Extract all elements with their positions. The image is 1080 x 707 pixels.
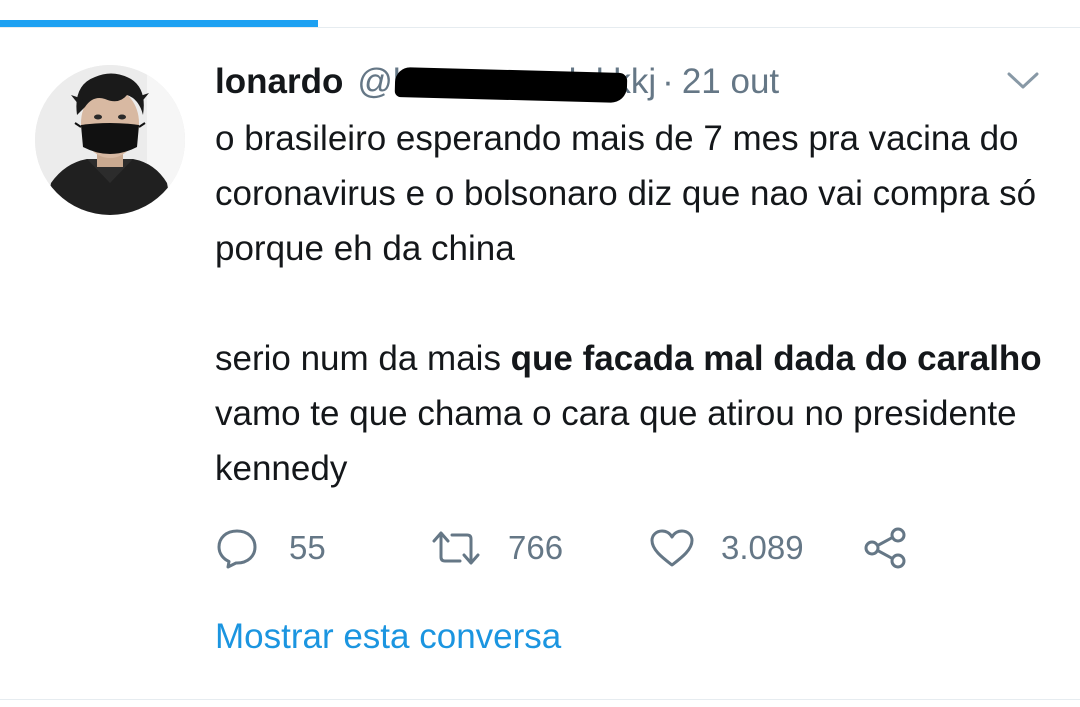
- top-divider: [0, 27, 1080, 28]
- user-handle[interactable]: @llakkkj: [357, 62, 656, 104]
- like-button[interactable]: 3.089: [649, 522, 804, 574]
- reply-bubble-icon: [215, 527, 259, 569]
- bottom-divider: [0, 699, 1080, 700]
- tweet-paragraph-2: serio num da mais que facada mal dada do…: [215, 331, 1055, 496]
- tweet-bold-text: que facada mal dada do caralho: [510, 339, 1042, 378]
- tweet-timestamp[interactable]: 21 out: [682, 62, 779, 102]
- reply-button[interactable]: 55: [215, 522, 326, 574]
- tweet-paragraph-1: o brasileiro esperando mais de 7 mes pra…: [215, 119, 1037, 268]
- tweet-paragraph-2-start: serio num da mais: [215, 339, 511, 378]
- tweet-actions: 55 766 3.089: [215, 522, 935, 574]
- tweet-paragraph-2-end: vamo te que chama o cara que atirou no p…: [215, 394, 1017, 488]
- header-separator: ·: [662, 62, 674, 101]
- avatar-photo: [35, 65, 185, 215]
- avatar[interactable]: [35, 65, 185, 215]
- handle-redaction-mark: [394, 66, 628, 104]
- chevron-down-icon[interactable]: [1003, 66, 1043, 96]
- retweet-arrows-icon: [430, 529, 482, 567]
- reply-count: 55: [289, 529, 326, 566]
- heart-icon: [649, 528, 695, 568]
- display-name[interactable]: lonardo: [215, 62, 343, 102]
- tweet-text: o brasileiro esperando mais de 7 mes pra…: [215, 111, 1055, 496]
- retweet-button[interactable]: 766: [430, 522, 563, 574]
- retweet-count: 766: [508, 529, 564, 566]
- show-conversation-link[interactable]: Mostrar esta conversa: [215, 617, 561, 657]
- active-tab-indicator: [0, 20, 318, 27]
- share-button[interactable]: [861, 522, 909, 574]
- share-nodes-icon: [861, 526, 909, 570]
- like-count: 3.089: [721, 529, 804, 566]
- tweet-header: lonardo @llakkkj · 21 out: [215, 58, 779, 106]
